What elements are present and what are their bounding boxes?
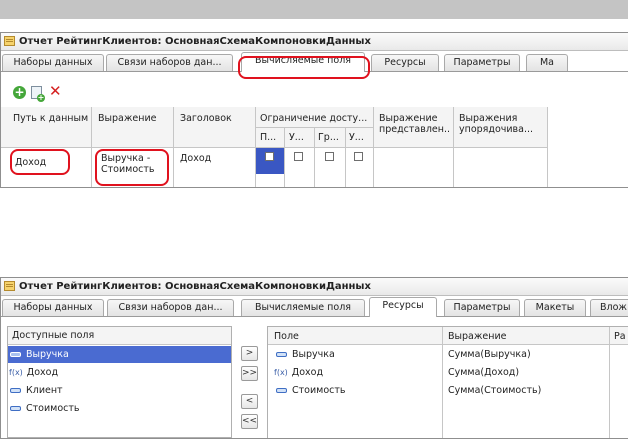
resource-expression[interactable]: Сумма(Стоимость): [448, 382, 608, 399]
field-label: Доход: [26, 367, 59, 378]
highlight-expression: [95, 149, 169, 186]
calculated-field-icon: f(x): [274, 368, 288, 377]
remove-all-button[interactable]: <<: [241, 414, 258, 429]
column-divider: [314, 127, 315, 187]
col-header-restriction-sub[interactable]: П...: [260, 132, 283, 143]
column-divider: [609, 327, 610, 438]
resources-table: Поле Выражение Ра Выручка Сумма(Выручка)…: [267, 326, 628, 438]
tab-datasets[interactable]: Наборы данных: [2, 54, 104, 71]
column-divider: [91, 107, 92, 187]
add-selected-button[interactable]: >: [241, 346, 258, 361]
field-icon: [10, 406, 21, 411]
window-title-text: Отчет РейтингКлиентов: ОсновнаяСхемаКомп…: [19, 281, 371, 292]
row-title[interactable]: Доход: [180, 153, 250, 164]
copy-icon[interactable]: [31, 86, 45, 102]
restriction-checkbox[interactable]: [265, 152, 274, 161]
column-divider: [453, 107, 454, 187]
field-icon: [10, 352, 21, 357]
tab-datasets[interactable]: Наборы данных: [2, 299, 104, 316]
tab-parameters[interactable]: Параметры: [444, 299, 520, 316]
report-icon: [4, 281, 15, 291]
add-all-button[interactable]: >>: [241, 366, 258, 381]
tab-calculated-fields[interactable]: Вычисляемые поля: [241, 299, 365, 316]
add-icon[interactable]: +: [13, 86, 26, 99]
tab-templates[interactable]: Макеты: [524, 299, 586, 316]
field-label: Стоимость: [26, 403, 80, 414]
window-title: Отчет РейтингКлиентов: ОсновнаяСхемаКомп…: [1, 278, 628, 296]
report-icon: [4, 36, 15, 46]
column-divider: [442, 327, 443, 438]
tab-dataset-links[interactable]: Связи наборов дан...: [107, 299, 234, 316]
tab-bar: Наборы данных Связи наборов дан... Вычис…: [1, 296, 628, 317]
tab-resources[interactable]: Ресурсы: [371, 54, 439, 71]
col-header-restriction[interactable]: Ограничение досту...: [260, 113, 372, 124]
field-label: Выручка: [26, 349, 69, 360]
column-divider: [345, 127, 346, 187]
highlight-path: [10, 149, 70, 175]
window-title-text: Отчет РейтингКлиентов: ОсновнаяСхемаКомп…: [19, 36, 371, 47]
available-fields-header: Доступные поля: [8, 327, 231, 345]
available-field-item[interactable]: Стоимость: [8, 400, 231, 417]
resource-field: Доход: [291, 367, 324, 378]
col-header-title[interactable]: Заголовок: [180, 113, 254, 124]
col-header-expression[interactable]: Выражение: [448, 331, 598, 342]
available-field-item[interactable]: Выручка: [8, 346, 231, 363]
field-icon: [276, 352, 287, 357]
resource-row[interactable]: f(x) Доход: [268, 364, 442, 381]
calculated-fields-table: Путь к данным Выражение Заголовок Ограни…: [1, 107, 548, 187]
calculated-field-icon: f(x): [9, 368, 23, 377]
delete-icon[interactable]: ✕: [49, 84, 62, 99]
restriction-checkbox[interactable]: [325, 152, 334, 161]
resource-expression[interactable]: Сумма(Доход): [448, 364, 608, 381]
col-header-extra[interactable]: Ра: [614, 331, 628, 342]
tab-templates[interactable]: Ма: [526, 54, 568, 71]
col-header-restriction-sub[interactable]: Гр...: [318, 132, 344, 143]
column-divider: [284, 127, 285, 187]
col-header-expression[interactable]: Выражение: [98, 113, 172, 124]
col-header-field[interactable]: Поле: [274, 331, 434, 342]
restriction-checkbox[interactable]: [354, 152, 363, 161]
window-title: Отчет РейтингКлиентов: ОсновнаяСхемаКомп…: [1, 33, 628, 51]
top-bar: [0, 0, 628, 19]
col-header-restriction-sub[interactable]: У...: [349, 132, 372, 143]
highlight-tab: [238, 56, 370, 79]
field-icon: [276, 388, 287, 393]
available-fields-list: Доступные поля Выручка f(x) Доход Клиент …: [7, 326, 232, 438]
tab-parameters[interactable]: Параметры: [444, 54, 520, 71]
resource-field: Стоимость: [292, 385, 346, 396]
field-label: Клиент: [26, 385, 63, 396]
col-header-path[interactable]: Путь к данным: [13, 113, 89, 124]
resource-field: Выручка: [292, 349, 335, 360]
col-header-presentation[interactable]: Выражение представлен...: [379, 113, 451, 135]
available-field-item[interactable]: Клиент: [8, 382, 231, 399]
tab-nested[interactable]: Влож: [590, 299, 628, 316]
field-icon: [10, 388, 21, 393]
column-divider: [373, 107, 374, 187]
resource-expression[interactable]: Сумма(Выручка): [448, 346, 608, 363]
col-header-ordering[interactable]: Выражения упорядочива...: [459, 113, 545, 135]
col-header-restriction-sub[interactable]: У...: [289, 132, 313, 143]
restriction-checkbox[interactable]: [294, 152, 303, 161]
calculated-fields-window: Отчет РейтингКлиентов: ОсновнаяСхемаКомп…: [0, 32, 628, 188]
resources-window: Отчет РейтингКлиентов: ОсновнаяСхемаКомп…: [0, 277, 628, 439]
column-divider: [173, 107, 174, 187]
resource-row[interactable]: Стоимость: [268, 382, 442, 399]
tab-resources[interactable]: Ресурсы: [369, 297, 437, 317]
resource-row[interactable]: Выручка: [268, 346, 442, 363]
available-field-item[interactable]: f(x) Доход: [8, 364, 231, 381]
column-divider: [255, 107, 256, 187]
column-divider: [547, 107, 548, 187]
tab-dataset-links[interactable]: Связи наборов дан...: [106, 54, 233, 71]
remove-selected-button[interactable]: <: [241, 394, 258, 409]
